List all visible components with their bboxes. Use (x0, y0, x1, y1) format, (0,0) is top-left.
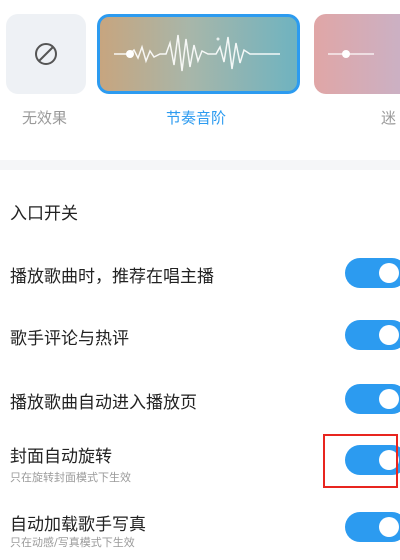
toggle-knob (379, 263, 399, 283)
setting-row-auto-open-player[interactable]: 播放歌曲自动进入播放页 (0, 370, 400, 430)
setting-title: 封面自动旋转 (10, 447, 112, 467)
effect-tile-rhythm[interactable] (97, 14, 300, 94)
effect-selector: 无效果 节奏音阶 迷 (0, 0, 400, 160)
waveform-graphic (328, 50, 374, 58)
setting-title: 播放歌曲时，推荐在唱主播 (10, 267, 214, 287)
section-title: 入口开关 (10, 204, 78, 224)
no-effect-icon (35, 43, 57, 65)
setting-title: 自动加载歌手写真 (10, 515, 146, 535)
setting-title: 播放歌曲自动进入播放页 (10, 393, 197, 413)
setting-row-recommend-singer[interactable]: 播放歌曲时，推荐在唱主播 (0, 244, 400, 304)
toggle-switch[interactable] (345, 258, 400, 288)
effect-label-next: 迷 (381, 109, 397, 127)
effect-tile-none[interactable] (6, 14, 86, 94)
effect-label-none: 无效果 (22, 109, 68, 127)
effect-tile-next[interactable] (314, 14, 400, 94)
setting-title: 歌手评论与热评 (10, 329, 129, 349)
toggle-switch[interactable] (345, 384, 400, 414)
toggle-switch[interactable] (345, 320, 400, 350)
setting-row-comments[interactable]: 歌手评论与热评 (0, 306, 400, 366)
effect-label-rhythm: 节奏音阶 (166, 109, 227, 127)
section-divider (0, 160, 400, 170)
toggle-knob (379, 389, 399, 409)
toggle-knob (379, 325, 399, 345)
toggle-switch[interactable] (345, 512, 400, 542)
toggle-knob (379, 517, 399, 537)
highlight-box (323, 434, 398, 488)
setting-row-singer-photos[interactable]: 自动加载歌手写真 只在动感/写真模式下生效 (0, 500, 400, 560)
setting-subtitle: 只在动感/写真模式下生效 (10, 536, 135, 549)
setting-subtitle: 只在旋转封面模式下生效 (10, 471, 131, 484)
waveform-graphic (114, 34, 280, 72)
